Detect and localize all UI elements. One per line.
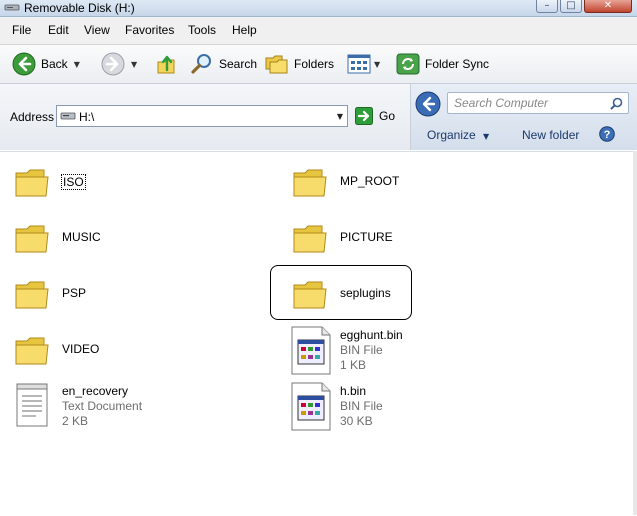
file-type: Text Document [62, 399, 143, 413]
file-en-recovery[interactable]: en_recovery Text Document 2 KB [14, 382, 244, 434]
back-dropdown-icon[interactable]: ▼ [74, 60, 80, 69]
removable-disk-icon [4, 4, 20, 11]
folder-sync-icon [396, 53, 420, 75]
back-label: Back [41, 57, 68, 71]
toolbar: Back ▼ ▼ Search Folders ▼ Folder Sync [0, 45, 637, 84]
maximize-icon: □ [566, 0, 576, 11]
folders-label: Folders [294, 57, 335, 71]
up-button[interactable] [156, 45, 178, 83]
minimize-icon: – [544, 0, 550, 11]
folder-video[interactable]: VIDEO [14, 333, 244, 373]
address-value: H:\ [79, 110, 95, 124]
file-size: 1 KB [340, 358, 367, 372]
folder-icon [293, 169, 327, 197]
folder-mp-root[interactable]: MP_ROOT [292, 165, 522, 205]
forward-button[interactable]: ▼ [101, 45, 137, 83]
text-document-icon [16, 383, 48, 427]
menu-view[interactable]: View [84, 23, 110, 37]
folder-name: PSP [62, 286, 87, 300]
folders-icon [265, 55, 288, 74]
folder-name: MP_ROOT [340, 174, 400, 188]
file-name: egghunt.bin [340, 328, 403, 342]
file-list: ISO MP_ROOT MUSIC PICTURE PSP seplugins … [0, 151, 637, 516]
search-label: Search [219, 57, 258, 71]
address-input[interactable]: H:\ ▼ [56, 105, 348, 127]
minimize-button[interactable]: – [536, 0, 558, 13]
menu-tools[interactable]: Tools [188, 23, 216, 37]
folder-psp[interactable]: PSP [14, 277, 244, 317]
folder-name: seplugins [340, 286, 391, 300]
menu-help[interactable]: Help [232, 23, 257, 37]
drive-icon [60, 112, 76, 120]
search-input[interactable] [454, 96, 604, 110]
folder-name: PICTURE [340, 230, 393, 244]
organize-label: Organize [427, 128, 476, 142]
address-dropdown-icon[interactable]: ▼ [337, 112, 343, 121]
file-name: h.bin [340, 384, 367, 398]
views-dropdown-icon[interactable]: ▼ [374, 60, 380, 69]
file-egghunt-bin[interactable]: egghunt.bin BIN File 1 KB [290, 326, 520, 378]
svg-text:?: ? [604, 129, 611, 141]
search-icon[interactable] [610, 97, 623, 110]
search-button[interactable]: Search [190, 45, 257, 83]
address-label: Address [10, 110, 55, 124]
nav-back-icon[interactable] [415, 91, 441, 117]
folder-icon [15, 225, 49, 253]
new-folder-button[interactable]: New folder [522, 128, 579, 142]
views-button[interactable]: ▼ [347, 45, 380, 83]
bin-file-icon [291, 326, 331, 375]
menu-file[interactable]: File [12, 23, 31, 37]
menu-favorites[interactable]: Favorites [125, 23, 174, 37]
go-button[interactable]: Go [355, 106, 395, 126]
folder-icon [293, 225, 327, 253]
file-name: en_recovery [62, 384, 129, 398]
folder-name: MUSIC [62, 230, 101, 244]
file-type: BIN File [340, 343, 383, 357]
scrollbar[interactable] [633, 151, 637, 515]
maximize-button[interactable]: □ [560, 0, 582, 13]
window-title: Removable Disk (H:) [24, 1, 135, 15]
folder-name: ISO [61, 174, 86, 190]
folder-icon [15, 169, 49, 197]
folder-seplugins[interactable]: seplugins [292, 277, 407, 317]
file-size: 2 KB [62, 414, 89, 428]
folder-sync-label: Folder Sync [425, 57, 490, 71]
folder-icon [15, 281, 49, 309]
address-bar: Address H:\ ▼ Go [0, 84, 411, 150]
folders-button[interactable]: Folders [265, 45, 334, 83]
go-arrow-icon [355, 107, 373, 125]
back-button[interactable]: Back ▼ [12, 45, 80, 83]
menu-edit[interactable]: Edit [48, 23, 69, 37]
close-icon: ✕ [603, 0, 613, 11]
file-size: 30 KB [340, 414, 373, 428]
bin-file-icon [291, 382, 331, 431]
search-box[interactable] [447, 92, 629, 114]
forward-dropdown-icon[interactable]: ▼ [131, 60, 137, 69]
folder-icon [15, 337, 49, 365]
magnifier-icon [191, 54, 211, 74]
organize-dropdown-icon: ▼ [483, 132, 490, 141]
folder-sync-button[interactable]: Folder Sync [396, 45, 489, 83]
title-bar: Removable Disk (H:) – □ ✕ [0, 0, 637, 17]
file-type: BIN File [340, 399, 383, 413]
close-button[interactable]: ✕ [584, 0, 632, 13]
file-h-bin[interactable]: h.bin BIN File 30 KB [290, 382, 520, 434]
folder-iso[interactable]: ISO [14, 165, 244, 205]
folder-picture[interactable]: PICTURE [292, 221, 522, 261]
folder-music[interactable]: MUSIC [14, 221, 244, 261]
go-label: Go [379, 109, 396, 123]
forward-arrow-icon [101, 52, 125, 76]
menu-bar: File Edit View Favorites Tools Help [0, 17, 637, 45]
organize-button[interactable]: Organize ▼ [427, 128, 489, 142]
help-icon[interactable]: ? [599, 126, 615, 142]
views-icon [347, 54, 371, 74]
up-folder-icon [157, 55, 175, 74]
command-bar: Organize ▼ New folder ? [411, 84, 637, 150]
folder-name: VIDEO [62, 342, 100, 356]
back-arrow-icon [12, 52, 36, 76]
folder-icon [293, 281, 327, 309]
